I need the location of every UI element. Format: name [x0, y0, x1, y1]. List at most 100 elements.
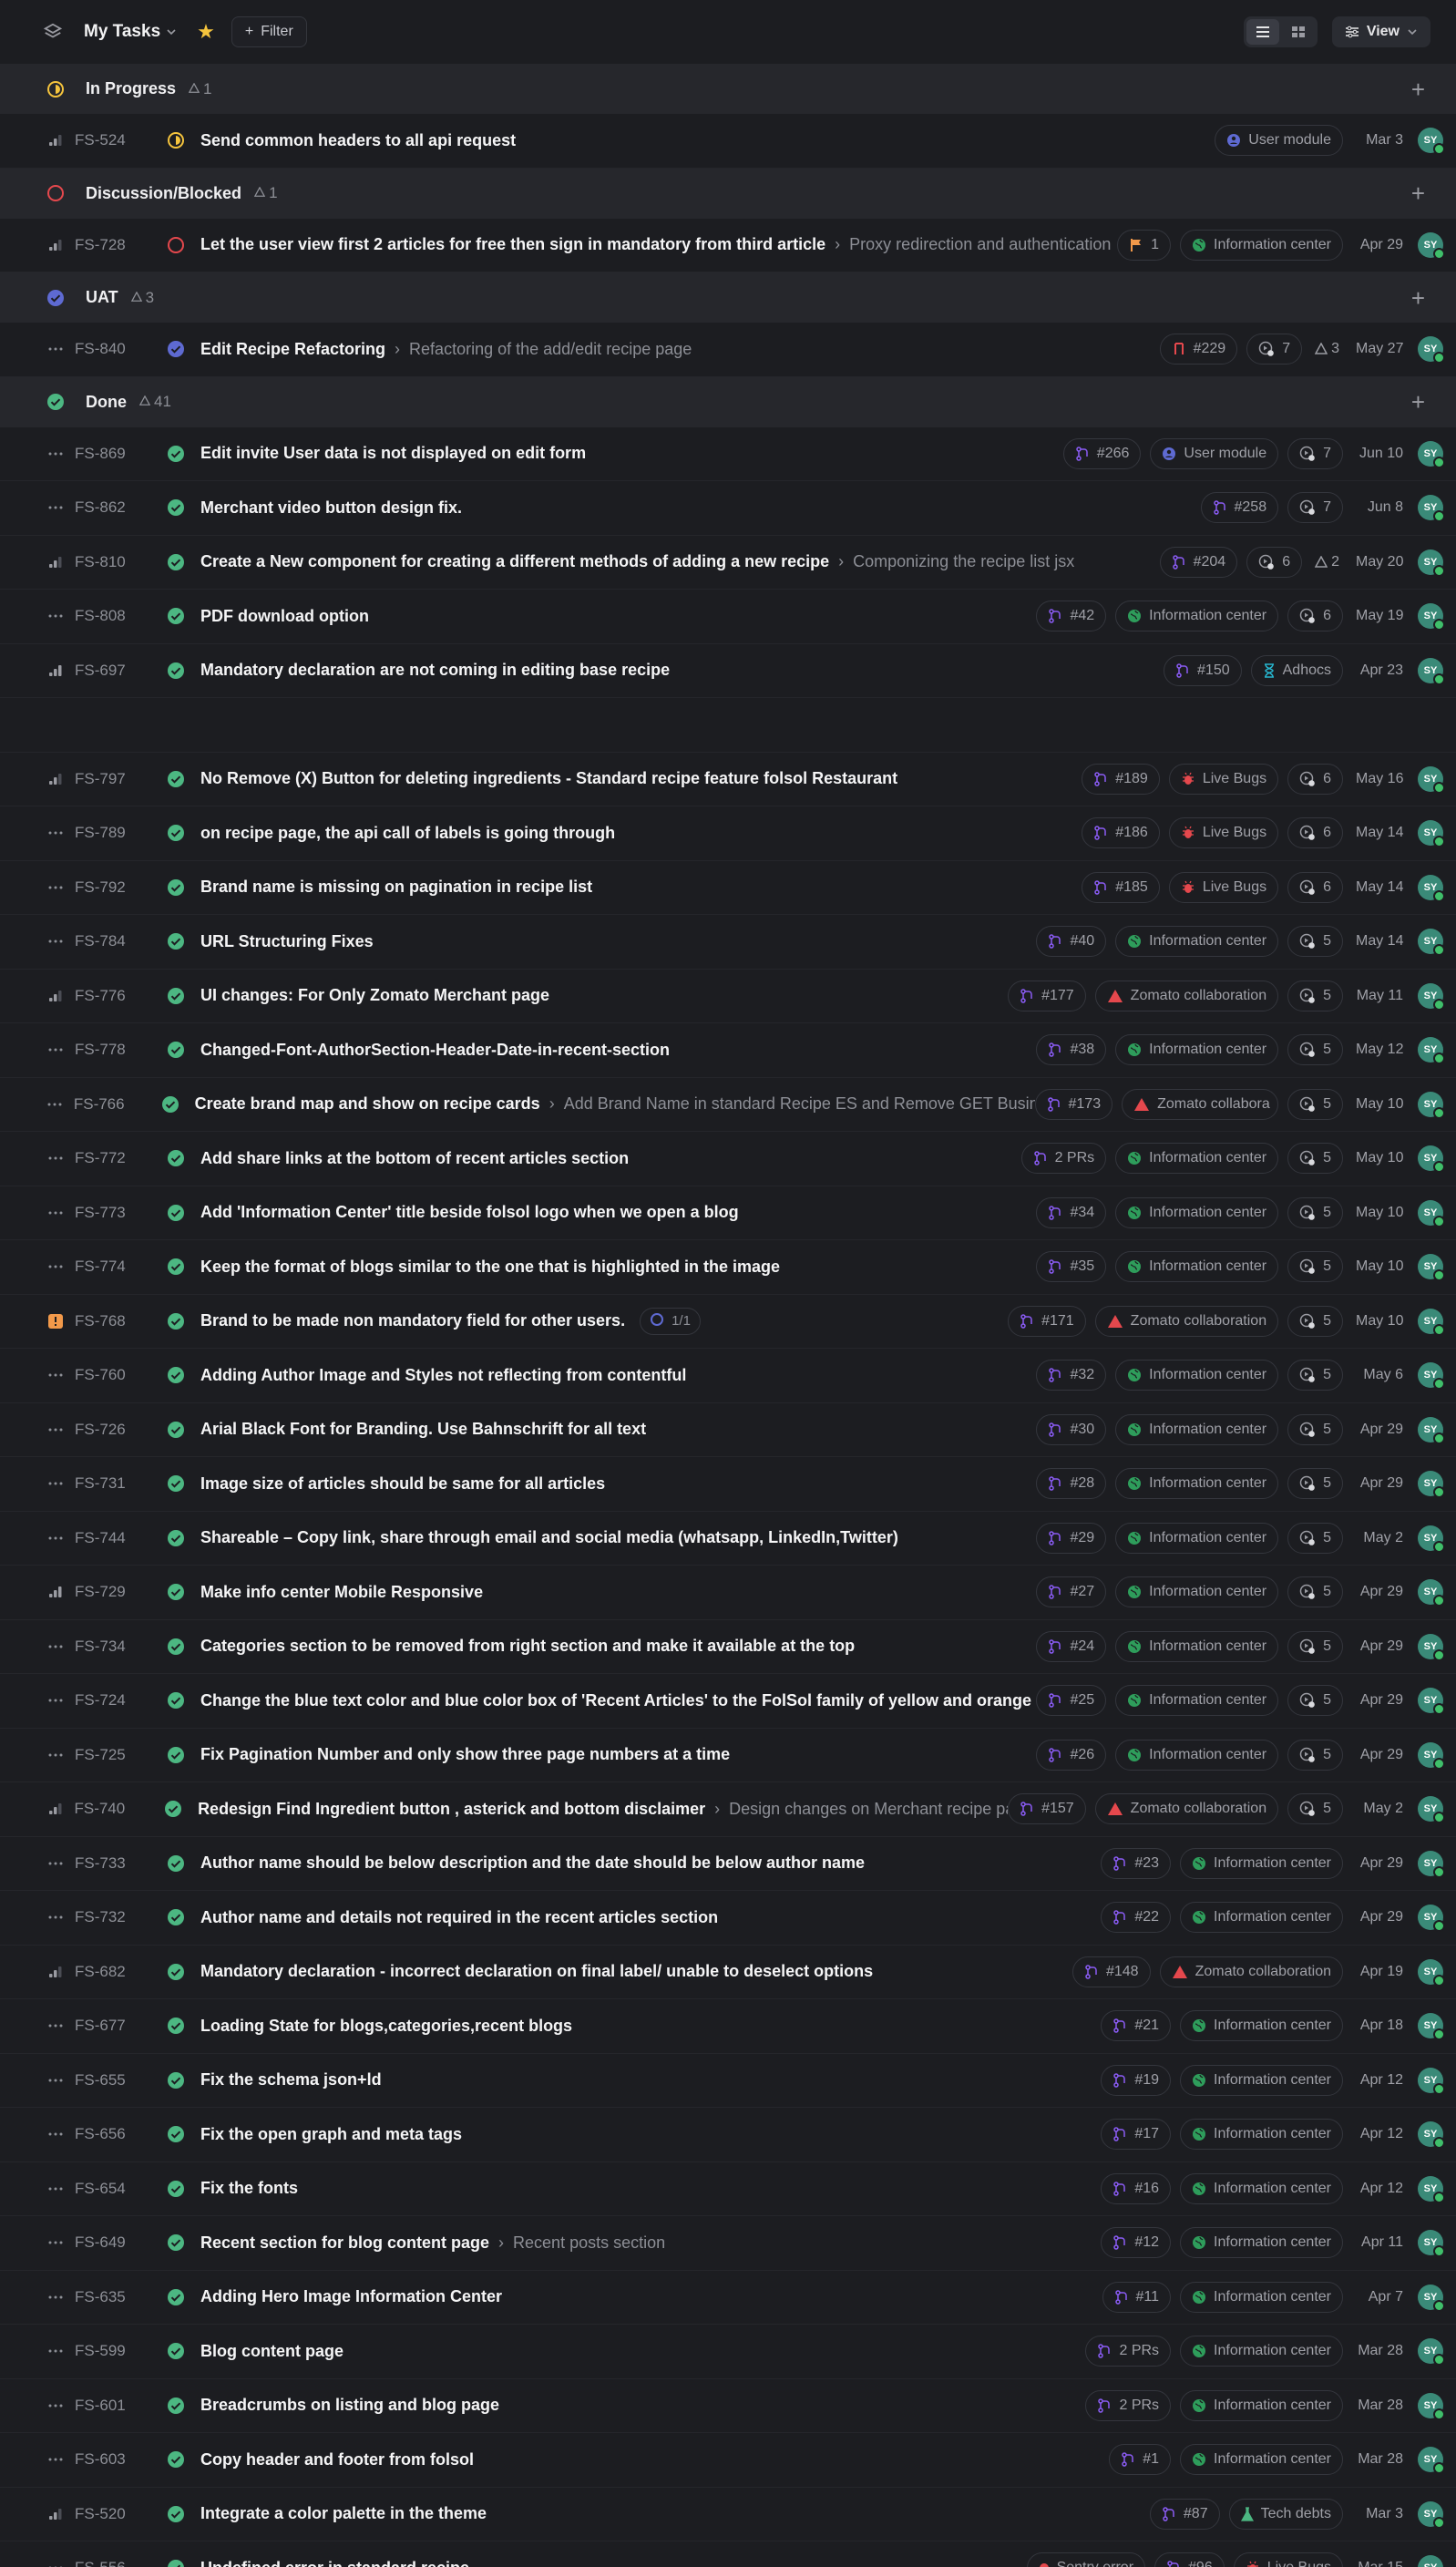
task-title[interactable]: Breadcrumbs on listing and blog page [200, 2396, 499, 2415]
priority-medium-icon[interactable] [46, 556, 66, 569]
label-chip[interactable]: Information center [1115, 1630, 1279, 1662]
label-chip[interactable]: #150 [1164, 654, 1242, 686]
label-chip[interactable]: Information center [1115, 1576, 1279, 1608]
layers-icon[interactable] [40, 19, 66, 45]
avatar[interactable]: SY [1418, 1958, 1445, 1987]
label-chip[interactable]: #148 [1071, 1956, 1151, 1987]
task-title[interactable]: Edit invite User data is not displayed o… [200, 444, 586, 463]
label-chip[interactable]: #23 [1101, 1847, 1172, 1879]
label-chip[interactable]: Information center [1180, 1902, 1343, 1934]
label-chip[interactable]: Information center [1115, 1413, 1279, 1445]
label-chip[interactable]: #87 [1149, 2498, 1220, 2530]
status-done-icon[interactable] [166, 878, 186, 898]
priority-medium-icon[interactable] [46, 1966, 66, 1978]
status-done-icon[interactable] [166, 498, 186, 518]
task-title[interactable]: Fix the schema json+ld [200, 2070, 382, 2090]
status-done-icon[interactable] [160, 1094, 180, 1114]
status-done-icon[interactable] [166, 606, 186, 626]
priority-none-icon[interactable] [46, 1265, 66, 1268]
avatar[interactable]: SY [1418, 1796, 1445, 1824]
label-chip[interactable]: Information center [1115, 1034, 1279, 1066]
task-row[interactable]: FS-744 Shareable – Copy link, share throu… [0, 1512, 1456, 1566]
avatar[interactable]: SY [1418, 495, 1445, 523]
label-chip[interactable]: 5 [1287, 1739, 1343, 1771]
status-done-icon[interactable] [166, 1907, 186, 1927]
priority-none-icon[interactable] [46, 1915, 66, 1919]
avatar[interactable]: SY [1418, 1633, 1445, 1661]
label-chip[interactable]: 2 PRs [1085, 2389, 1172, 2421]
label-chip[interactable]: 5 [1287, 1685, 1343, 1717]
label-chip[interactable]: 5 [1287, 1034, 1343, 1066]
label-chip[interactable]: #17 [1101, 2119, 1172, 2151]
priority-none-icon[interactable] [46, 2349, 66, 2353]
task-row[interactable]: FS-778 Changed-Font-AuthorSection-Header-… [0, 1023, 1456, 1078]
avatar[interactable]: SY [1418, 657, 1445, 685]
status-done-icon[interactable] [166, 1690, 186, 1710]
avatar[interactable]: SY [1418, 440, 1445, 468]
label-chip[interactable]: Live Bugs [1168, 871, 1279, 903]
task-row[interactable]: FS-810 Create a New component for creatin… [0, 536, 1456, 590]
label-chip[interactable]: Information center [1115, 926, 1279, 958]
priority-none-icon[interactable] [46, 1645, 66, 1648]
task-row[interactable]: FS-649 Recent section for blog content pa… [0, 2216, 1456, 2271]
label-chip[interactable]: #32 [1036, 1360, 1107, 1391]
task-row[interactable]: FS-556 Undefined error in standard recipe… [0, 2541, 1456, 2567]
task-row[interactable]: FS-840 Edit Recipe Refactoring › Refactorin… [0, 323, 1456, 377]
label-chip[interactable]: Information center [1115, 1360, 1279, 1391]
label-chip[interactable]: #266 [1062, 437, 1142, 469]
avatar[interactable]: SY [1418, 2555, 1443, 2567]
status-done-icon[interactable] [166, 1745, 186, 1765]
priority-none-icon[interactable] [46, 2458, 66, 2461]
status-done-icon[interactable] [166, 931, 186, 951]
sub-issue-progress[interactable]: 1/1 [640, 1307, 701, 1335]
priority-medium-icon[interactable] [46, 1802, 65, 1815]
avatar[interactable]: SY [1418, 1416, 1445, 1444]
parent-issue[interactable]: › Recent posts section [498, 2233, 665, 2253]
avatar[interactable]: SY [1418, 1688, 1445, 1716]
label-chip[interactable]: #40 [1036, 926, 1107, 958]
add-task-button[interactable]: + [1411, 286, 1425, 310]
label-chip[interactable]: #157 [1008, 1793, 1086, 1825]
label-chip[interactable]: #35 [1036, 1251, 1107, 1283]
priority-none-icon[interactable] [46, 1482, 66, 1485]
avatar[interactable]: SY [1418, 1850, 1445, 1878]
task-row[interactable]: FS-724 Change the blue text color and blu… [0, 1674, 1456, 1729]
task-title[interactable]: Redesign Find Ingredient button , asteri… [198, 1800, 705, 1819]
label-chip[interactable]: Information center [1180, 2064, 1343, 2096]
priority-medium-icon[interactable] [46, 134, 66, 147]
status-done-icon[interactable] [166, 1528, 186, 1548]
label-chip[interactable]: Sentry error [1026, 2552, 1146, 2567]
label-chip[interactable]: User module [1215, 125, 1343, 157]
label-chip[interactable]: Information center [1180, 2389, 1343, 2421]
label-chip[interactable]: Live Bugs [1168, 763, 1279, 795]
label-chip[interactable]: #22 [1101, 1902, 1172, 1934]
task-title[interactable]: Undefined error in standard recipe [200, 2559, 469, 2567]
avatar[interactable]: SY [1418, 549, 1445, 577]
label-chip[interactable]: Information center [1115, 1522, 1279, 1554]
board-view-button[interactable] [1282, 19, 1315, 45]
status-done-icon[interactable] [166, 1257, 186, 1277]
priority-none-icon[interactable] [46, 2295, 66, 2299]
label-chip[interactable]: Live Bugs [1168, 817, 1279, 849]
task-row[interactable]: FS-740 Redesign Find Ingredient button , … [0, 1782, 1456, 1837]
priority-none-icon[interactable] [46, 2024, 66, 2028]
label-chip[interactable]: Information center [1180, 2010, 1343, 2042]
task-row[interactable]: FS-776 UI changes: For Only Zomato Mercha… [0, 970, 1456, 1023]
status-blocked-icon[interactable] [166, 235, 186, 255]
avatar[interactable]: SY [1418, 1199, 1445, 1227]
task-row[interactable]: FS-774 Keep the format of blogs similar t… [0, 1240, 1456, 1295]
priority-none-icon[interactable] [46, 2241, 66, 2244]
priority-none-icon[interactable] [46, 1862, 66, 1865]
avatar[interactable]: SY [1418, 1525, 1445, 1553]
task-title[interactable]: Adding Author Image and Styles not refle… [200, 1366, 686, 1385]
task-title[interactable]: Integrate a color palette in the theme [200, 2504, 487, 2523]
priority-none-icon[interactable] [46, 1103, 65, 1106]
label-chip[interactable]: 5 [1287, 1576, 1343, 1608]
status-done-icon[interactable] [166, 2396, 186, 2416]
task-row[interactable]: FS-729 Make info center Mobile Responsive… [0, 1566, 1456, 1620]
label-chip[interactable]: #24 [1036, 1630, 1107, 1662]
priority-none-icon[interactable] [46, 2404, 66, 2408]
label-chip[interactable]: #26 [1036, 1739, 1107, 1771]
status-done-icon[interactable] [166, 2016, 186, 2036]
task-title[interactable]: Change the blue text color and blue colo… [200, 1691, 1031, 1710]
